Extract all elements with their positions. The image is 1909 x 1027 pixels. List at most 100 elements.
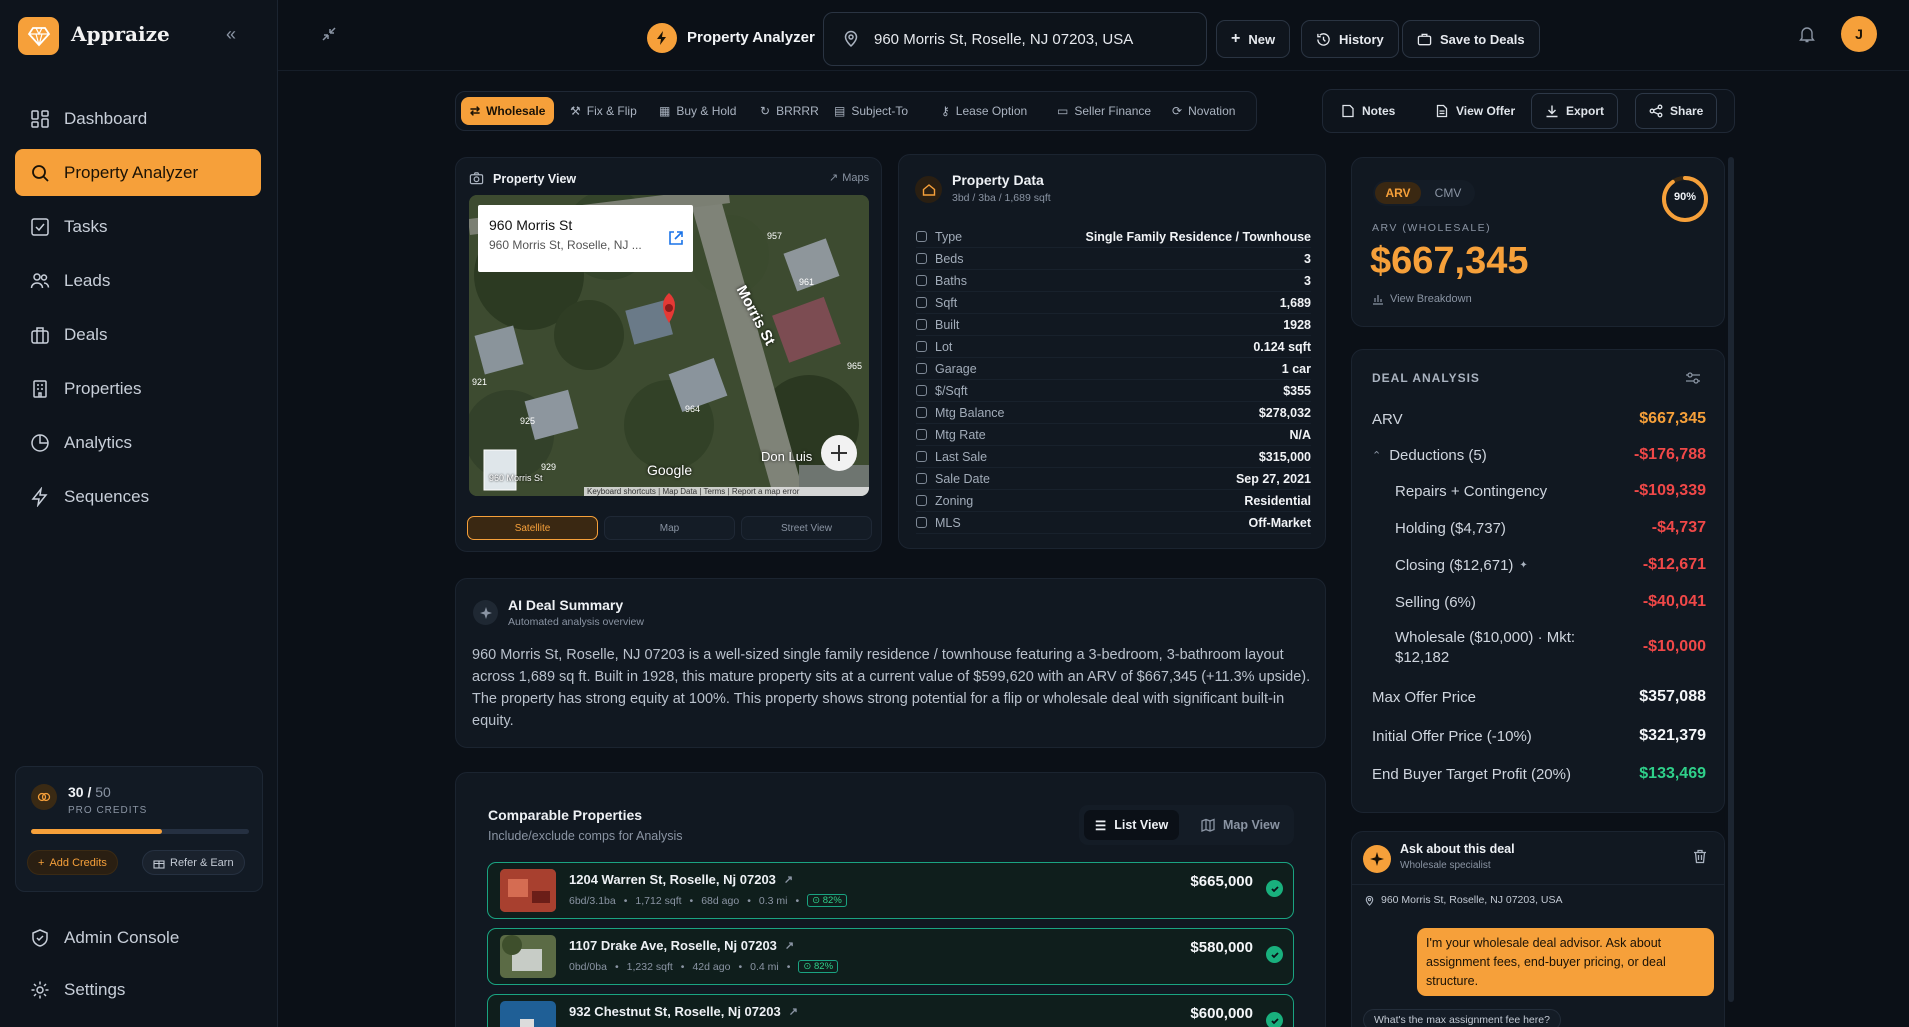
- app-name: Appraize: [71, 22, 170, 46]
- sidebar-item-sequences[interactable]: Sequences: [15, 473, 261, 520]
- logo-icon[interactable]: [18, 17, 59, 55]
- sidebar-item-tasks[interactable]: Tasks: [15, 203, 261, 250]
- check-icon[interactable]: [1266, 880, 1283, 897]
- satellite-map[interactable]: 960 Morris St 960 Morris St, Roselle, NJ…: [469, 195, 869, 496]
- comp-price: $600,000: [1190, 1005, 1253, 1022]
- external-link-icon: ↗: [788, 1006, 798, 1018]
- page-title: Property Analyzer: [687, 29, 815, 46]
- map-view-tab[interactable]: Map: [604, 516, 735, 540]
- property-data-row: Type Single Family Residence / Townhouse: [916, 226, 1311, 248]
- property-data-row: Mtg Balance $278,032: [916, 402, 1311, 424]
- arv-toggle-button[interactable]: ARV: [1375, 182, 1421, 204]
- coins-icon: [31, 784, 57, 810]
- tab-novation[interactable]: ⟳ Novation: [1163, 97, 1244, 125]
- refer-earn-button[interactable]: Refer & Earn: [142, 850, 245, 875]
- arv-cmv-toggle: ARV CMV: [1373, 180, 1475, 206]
- external-link-icon: ↗: [829, 172, 839, 184]
- property-data-row: Zoning Residential: [916, 490, 1311, 512]
- comp-row[interactable]: 1204 Warren St, Roselle, Nj 07203 ↗ 6bd/3…: [487, 862, 1294, 919]
- pie-chart-icon: [31, 433, 49, 452]
- minimize-icon[interactable]: [321, 26, 337, 42]
- sidebar-item-analytics[interactable]: Analytics: [15, 419, 261, 466]
- check-icon[interactable]: [1266, 1012, 1283, 1027]
- sidebar-item-deals[interactable]: Deals: [15, 311, 261, 358]
- save-to-deals-button[interactable]: Save to Deals: [1402, 20, 1540, 58]
- cmv-toggle-button[interactable]: CMV: [1425, 182, 1471, 204]
- da-arv-row: ARV $667,345: [1372, 410, 1706, 428]
- add-credits-button[interactable]: + Add Credits: [27, 850, 118, 875]
- buyer-profit-row: End Buyer Target Profit (20%) $133,469: [1372, 765, 1706, 783]
- map-view-button[interactable]: Map View: [1193, 810, 1288, 840]
- tab-subject-to[interactable]: ▤ Subject-To: [825, 97, 917, 125]
- comps-view-toggle: ☰ List View Map View: [1079, 805, 1294, 845]
- sidebar-item-label: Leads: [64, 270, 111, 290]
- comp-row[interactable]: 932 Chestnut St, Roselle, Nj 07203 ↗ $600…: [487, 994, 1294, 1027]
- chat-divider: [1351, 884, 1725, 885]
- lightning-icon: [31, 486, 48, 507]
- sidebar-item-leads[interactable]: Leads: [15, 257, 261, 304]
- street-view-tab[interactable]: Street View: [741, 516, 872, 540]
- card-icon: ▭: [1057, 104, 1069, 118]
- shield-icon: [32, 929, 48, 947]
- settings-link[interactable]: Settings: [30, 980, 125, 1000]
- external-link-icon: ↗: [783, 874, 794, 886]
- new-button[interactable]: + New: [1216, 20, 1291, 58]
- directions-icon[interactable]: [668, 230, 684, 246]
- property-data-row: Garage 1 car: [916, 358, 1311, 380]
- credits-panel: 30 / 50 PRO CREDITS + Add Credits Refer &…: [15, 766, 263, 892]
- trash-icon[interactable]: [1693, 849, 1707, 864]
- suggestion-chip[interactable]: What's the max assignment fee here?: [1363, 1009, 1561, 1027]
- bar-chart-icon: [1373, 295, 1383, 305]
- map-attribution: Keyboard shortcuts | Map Data | Terms | …: [587, 487, 800, 496]
- tab-buy-hold[interactable]: ▦ Buy & Hold: [650, 97, 745, 125]
- admin-console-link[interactable]: Admin Console: [30, 928, 179, 948]
- tab-lease-option[interactable]: ⚷ Lease Option: [932, 97, 1036, 125]
- share-button[interactable]: Share: [1635, 93, 1718, 129]
- sidebar-item-property-analyzer[interactable]: Property Analyzer: [15, 149, 261, 196]
- tab-seller-finance[interactable]: ▭ Seller Finance: [1048, 97, 1160, 125]
- briefcase-icon: [31, 326, 49, 344]
- right-panel-scrollbar[interactable]: [1728, 157, 1734, 1002]
- topbar-divider: [278, 70, 1909, 71]
- tab-fix-flip[interactable]: ⚒ Fix & Flip: [561, 97, 646, 125]
- plus-icon: +: [1231, 30, 1241, 47]
- search-icon: [32, 164, 49, 182]
- chat-subtitle: Wholesale specialist: [1400, 860, 1491, 871]
- history-button[interactable]: History: [1301, 20, 1399, 58]
- tab-brrrr[interactable]: ↻ BRRRR: [751, 97, 828, 125]
- key-icon: ⚷: [941, 104, 950, 118]
- sidebar-item-dashboard[interactable]: Dashboard: [15, 95, 261, 142]
- address-search-input[interactable]: 960 Morris St, Roselle, NJ 07203, USA: [823, 12, 1207, 66]
- satellite-view-tab[interactable]: Satellite: [467, 516, 598, 540]
- notes-button[interactable]: Notes: [1328, 93, 1408, 129]
- list-view-button[interactable]: ☰ List View: [1084, 810, 1180, 840]
- sidebar-item-properties[interactable]: Properties: [15, 365, 261, 412]
- property-data-row: Baths 3: [916, 270, 1311, 292]
- export-button[interactable]: Export: [1531, 93, 1619, 129]
- view-breakdown-link[interactable]: View Breakdown: [1372, 293, 1472, 305]
- cycle-icon: ⟳: [1172, 104, 1183, 118]
- property-data-row: Sale Date Sep 27, 2021: [916, 468, 1311, 490]
- map-pin-icon: [1365, 895, 1374, 906]
- deductions-toggle[interactable]: ⌃ Deductions (5) -$176,788: [1372, 446, 1706, 464]
- analyzer-badge-icon: [647, 23, 677, 53]
- notification-bell-icon[interactable]: [1799, 25, 1815, 43]
- chat-address: 960 Morris St, Roselle, NJ 07203, USA: [1364, 894, 1563, 906]
- bed-icon: [916, 253, 927, 264]
- tab-wholesale[interactable]: ⇄ Wholesale: [461, 97, 555, 125]
- collapse-sidebar-icon[interactable]: «: [226, 24, 236, 45]
- match-score-badge: ⊙ 82%: [798, 960, 839, 973]
- sidebar-item-label: Properties: [64, 378, 142, 398]
- property-data-row: Sqft 1,689: [916, 292, 1311, 314]
- deduction-row: Repairs + Contingency -$109,339: [1395, 482, 1706, 500]
- check-icon[interactable]: [1266, 946, 1283, 963]
- open-maps-link[interactable]: ↗ Maps: [829, 171, 869, 185]
- comp-price: $580,000: [1190, 939, 1253, 956]
- avatar[interactable]: J: [1841, 16, 1877, 52]
- sliders-icon[interactable]: [1685, 370, 1701, 386]
- comp-thumbnail: [500, 869, 556, 912]
- view-offer-button[interactable]: View Offer: [1422, 93, 1528, 129]
- comp-row[interactable]: 1107 Drake Ave, Roselle, Nj 07203 ↗ 0bd/0…: [487, 928, 1294, 985]
- car-icon: [916, 363, 927, 374]
- action-toolbar: Notes View Offer Export Share: [1322, 89, 1735, 133]
